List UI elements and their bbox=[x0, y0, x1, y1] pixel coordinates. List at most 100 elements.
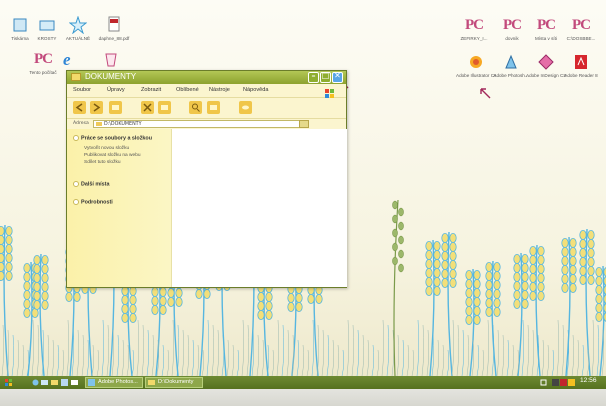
grass-blade bbox=[1, 324, 5, 376]
folder-up-icon[interactable] bbox=[109, 101, 122, 114]
section-files[interactable]: Práce se soubory a složkou bbox=[73, 135, 152, 141]
file-list-area[interactable] bbox=[171, 129, 347, 287]
grass-blade bbox=[581, 344, 585, 376]
wheat-grain bbox=[73, 291, 81, 302]
desktop-icon-pdf[interactable]: daphne_88.pdf bbox=[94, 16, 134, 42]
wheat-grain bbox=[5, 270, 13, 281]
taskbar-button-dokumenty[interactable]: D:\Dokumenty bbox=[145, 377, 203, 388]
wheat-grain bbox=[265, 300, 273, 311]
back-icon[interactable] bbox=[73, 101, 86, 114]
desktop-icon-recycle-bin[interactable] bbox=[91, 50, 131, 68]
forward-icon[interactable] bbox=[90, 101, 103, 114]
menu-zobrazit[interactable]: Zobrazit bbox=[141, 87, 161, 93]
desktop-icon-ie[interactable]: e bbox=[50, 50, 90, 69]
start-button[interactable] bbox=[2, 377, 20, 388]
wheat-grain bbox=[257, 300, 265, 311]
window-titlebar[interactable]: DOKUMENTY – □ ✕ bbox=[67, 71, 346, 84]
wheat-grain bbox=[561, 273, 569, 284]
wheat-grain bbox=[425, 285, 433, 296]
minimize-button[interactable]: – bbox=[308, 71, 319, 83]
views-icon[interactable] bbox=[239, 101, 252, 114]
network-icon[interactable] bbox=[540, 379, 547, 386]
grass-blade bbox=[546, 344, 550, 376]
menu-napoveda[interactable]: Nápověda bbox=[243, 87, 269, 93]
wheat-grain bbox=[23, 280, 31, 291]
wheat-grain bbox=[41, 299, 49, 310]
undo-icon[interactable] bbox=[158, 101, 171, 114]
desktop-icon-adobe-reader[interactable]: Adobe Reader 8 bbox=[561, 53, 601, 79]
mail-quicklaunch-icon[interactable] bbox=[71, 379, 78, 386]
wheat-grain bbox=[41, 263, 49, 274]
grass-blade bbox=[486, 319, 490, 376]
grass-blade bbox=[511, 344, 515, 376]
desktop-icon-dosbbe[interactable]: PC C:\DOSBBE... bbox=[561, 16, 601, 42]
address-input[interactable]: D:\DOKUMENTY bbox=[93, 120, 308, 128]
language-icon[interactable] bbox=[552, 379, 559, 386]
volume-icon[interactable] bbox=[568, 379, 575, 386]
wheat-grain bbox=[449, 241, 457, 252]
grass-blade bbox=[161, 344, 165, 376]
media-quicklaunch-icon[interactable] bbox=[61, 379, 68, 386]
wheat-grain bbox=[65, 291, 73, 302]
menu-oblibene[interactable]: Oblíbené bbox=[176, 87, 199, 93]
illustrator-icon bbox=[467, 53, 485, 71]
wheat-grain bbox=[151, 295, 159, 306]
wheat-grain bbox=[295, 292, 303, 303]
grass-blade bbox=[141, 324, 145, 376]
wheat-grain bbox=[537, 263, 545, 274]
internet-explorer-icon: e bbox=[61, 50, 79, 69]
menu-nastroje[interactable]: Nástroje bbox=[209, 87, 230, 93]
maximize-icon: □ bbox=[321, 71, 330, 80]
delete-icon[interactable] bbox=[141, 101, 154, 114]
close-button[interactable]: ✕ bbox=[332, 71, 343, 83]
search-icon[interactable] bbox=[189, 101, 202, 114]
section-other-places[interactable]: Další místa bbox=[73, 181, 109, 187]
taskbar-button-photoshop[interactable]: Adobe Photos... bbox=[85, 377, 143, 388]
security-icon[interactable] bbox=[560, 379, 567, 386]
desktop-icon-indesign[interactable]: Adobe InDesign CS3 bbox=[526, 53, 566, 79]
wheat-grain bbox=[287, 292, 295, 303]
grass-blade bbox=[466, 334, 470, 376]
wheat-grain bbox=[5, 252, 13, 263]
desktop-icon-photoshop[interactable]: Adobe Photosh... bbox=[491, 53, 531, 79]
desktop-icon-zefirky[interactable]: PC ZEFIRKY_I... bbox=[454, 16, 494, 42]
grass-blade bbox=[361, 334, 365, 376]
wheat-grain bbox=[121, 312, 129, 323]
desktop-icon-label: Tento počítač bbox=[29, 70, 57, 75]
task-pane: Práce se soubory a složkou Vytvořit novo… bbox=[67, 129, 171, 287]
wheat-grain bbox=[561, 246, 569, 257]
grass-blade bbox=[436, 339, 440, 376]
section-title: Práce se soubory a složkou bbox=[81, 135, 153, 142]
task-new-folder[interactable]: Vytvořit novou složku bbox=[84, 146, 129, 151]
section-details[interactable]: Podrobnosti bbox=[73, 199, 113, 205]
wheat-grain bbox=[41, 290, 49, 301]
ie-quicklaunch-icon[interactable] bbox=[32, 379, 39, 386]
grass-blade bbox=[186, 334, 190, 376]
task-publish-folder[interactable]: Publikovat složku na webu bbox=[84, 153, 141, 158]
address-dropdown-button[interactable] bbox=[299, 120, 309, 128]
taskbar-button-label: Adobe Photos... bbox=[98, 379, 138, 385]
menu-upravy[interactable]: Úpravy bbox=[107, 87, 125, 93]
maximize-button[interactable]: □ bbox=[320, 71, 331, 83]
grass-blade bbox=[386, 324, 390, 376]
desktop-icon-mista-v-siti[interactable]: PC Místa v síti bbox=[526, 16, 566, 42]
folders-icon[interactable] bbox=[207, 101, 220, 114]
explorer-quicklaunch-icon[interactable] bbox=[51, 379, 58, 386]
wheat-grain bbox=[485, 288, 493, 299]
grass-blade bbox=[481, 349, 485, 376]
task-share-folder[interactable]: Sdílet tuto složku bbox=[84, 160, 121, 165]
grass-blade bbox=[461, 329, 465, 376]
menu-soubor[interactable]: Soubor bbox=[73, 87, 91, 93]
desktop-icon-illustrator[interactable]: Adobe Illustrator CS3 bbox=[456, 53, 496, 79]
wheat-grain bbox=[23, 262, 31, 273]
desktop-quicklaunch-icon[interactable] bbox=[41, 379, 48, 386]
wheat-grain bbox=[473, 278, 481, 289]
grass-blade bbox=[381, 319, 385, 376]
grass-blade bbox=[326, 334, 330, 376]
desktop-icon-aktualne[interactable]: AKTUÁLNĚ bbox=[58, 15, 98, 42]
wheat-grain bbox=[561, 255, 569, 266]
grass-blade bbox=[376, 349, 380, 376]
clock[interactable]: 12:56 bbox=[580, 377, 597, 384]
grass-blade bbox=[321, 329, 325, 376]
grass-blade bbox=[151, 334, 155, 376]
